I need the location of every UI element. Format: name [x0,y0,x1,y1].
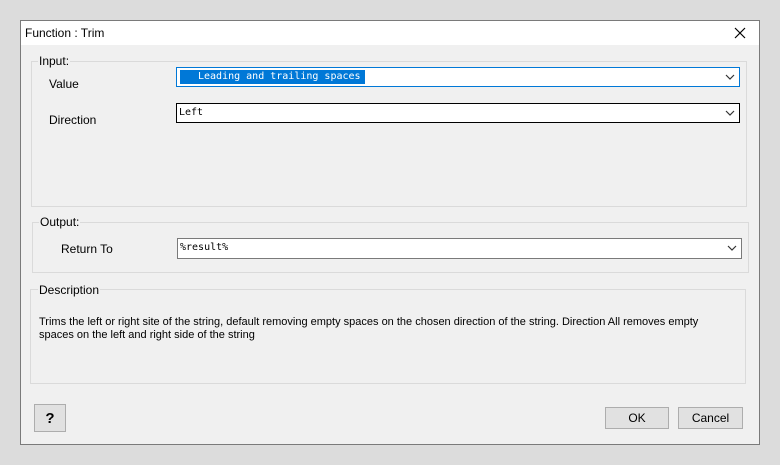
ok-button[interactable]: OK [605,407,669,429]
input-group: Input: Value Leading and trailing spaces… [31,54,747,207]
return-to-combobox-text: %result% [180,242,229,253]
window-title: Function : Trim [25,26,105,40]
chevron-down-icon [725,74,735,80]
description-text: Trims the left or right site of the stri… [39,316,699,341]
function-dialog: Function : Trim Input: Value Leading and… [20,20,760,445]
direction-combobox[interactable]: Left [176,103,740,123]
chevron-down-icon [725,110,735,116]
description-group-label: Description [38,283,101,297]
return-to-combobox[interactable]: %result% [177,238,742,259]
output-group: Output: Return To %result% [32,215,749,273]
output-group-label: Output: [39,215,81,229]
input-group-label: Input: [38,54,71,68]
chevron-down-icon [727,245,737,251]
return-to-label: Return To [61,242,113,256]
description-group: Description Trims the left or right site… [30,283,746,384]
close-icon [734,27,746,39]
value-label: Value [49,77,79,91]
value-combobox-text: Leading and trailing spaces [180,70,365,84]
cancel-button[interactable]: Cancel [678,407,743,429]
direction-label: Direction [49,113,97,127]
value-combobox[interactable]: Leading and trailing spaces [176,67,740,87]
title-bar: Function : Trim [21,21,759,45]
direction-combobox-text: Left [179,107,204,118]
close-button[interactable] [725,21,755,45]
help-button[interactable]: ? [34,404,66,432]
